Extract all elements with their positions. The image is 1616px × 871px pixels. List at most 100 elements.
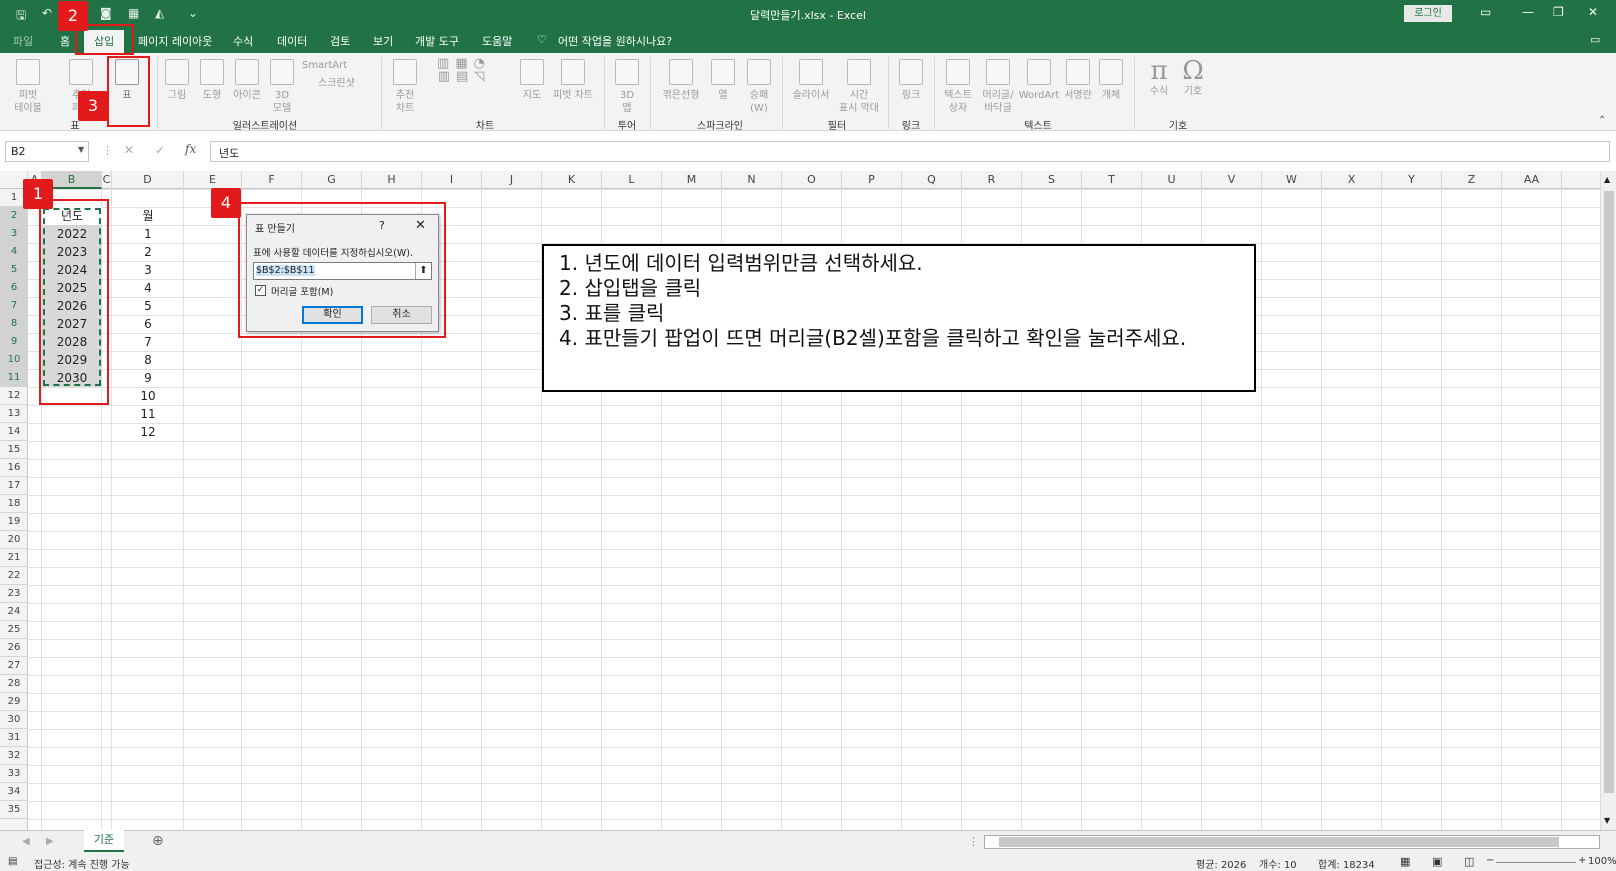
minimize-icon[interactable]: —: [1522, 5, 1534, 19]
month-header-cell[interactable]: 월: [112, 207, 184, 225]
hscroll-thumb[interactable]: [999, 837, 1559, 847]
column-header[interactable]: U: [1142, 171, 1202, 189]
row-header[interactable]: 13: [0, 405, 28, 423]
column-header[interactable]: I: [422, 171, 482, 189]
zoom-out-icon[interactable]: −: [1486, 855, 1494, 866]
tab-formulas[interactable]: 수식: [233, 33, 253, 49]
row-header[interactable]: 2: [0, 207, 28, 225]
zoom-slider[interactable]: [1496, 862, 1576, 863]
row-header[interactable]: 22: [0, 567, 28, 585]
column-header[interactable]: C: [102, 171, 112, 189]
row-header[interactable]: 21: [0, 549, 28, 567]
column-header[interactable]: AA: [1502, 171, 1562, 189]
chart-types-grid[interactable]: ▥▦◔ ▥▤◹: [424, 57, 504, 83]
name-box[interactable]: B2: [5, 141, 89, 162]
restore-icon[interactable]: ❐: [1553, 5, 1564, 19]
column-header[interactable]: N: [722, 171, 782, 189]
horizontal-scrollbar[interactable]: [984, 835, 1600, 849]
collapse-ribbon-icon[interactable]: ⌃: [1598, 115, 1606, 126]
row-header[interactable]: 29: [0, 693, 28, 711]
row-header[interactable]: 23: [0, 585, 28, 603]
pivot-chart-button[interactable]: 피벗 차트: [550, 59, 596, 102]
row-header[interactable]: 3: [0, 225, 28, 243]
column-header[interactable]: S: [1022, 171, 1082, 189]
wordart-button[interactable]: WordArt: [1018, 59, 1060, 102]
row-header[interactable]: 17: [0, 477, 28, 495]
row-header[interactable]: 28: [0, 675, 28, 693]
month-cell[interactable]: 11: [112, 405, 184, 423]
maps-button[interactable]: 지도: [515, 59, 549, 102]
column-header[interactable]: K: [542, 171, 602, 189]
cancel-entry-icon[interactable]: ✕: [124, 143, 134, 157]
ribbon-display-icon[interactable]: ▭: [1480, 5, 1491, 19]
month-cell[interactable]: 6: [112, 315, 184, 333]
shapes-button[interactable]: 도형: [195, 59, 229, 102]
pivot-table-button[interactable]: 피벗 테이블: [8, 59, 48, 115]
timeline-button[interactable]: 시간 표시 막대: [834, 59, 884, 115]
slicer-button[interactable]: 슬라이서: [788, 59, 834, 102]
row-header[interactable]: 4: [0, 243, 28, 261]
tab-file[interactable]: 파일: [13, 33, 33, 49]
screenshot-button[interactable]: 스크린샷: [318, 77, 368, 90]
row-header[interactable]: 24: [0, 603, 28, 621]
next-sheet-icon[interactable]: ▶: [46, 836, 54, 847]
smartart-button[interactable]: SmartArt: [302, 59, 362, 72]
column-header[interactable]: X: [1322, 171, 1382, 189]
column-header[interactable]: Q: [902, 171, 962, 189]
month-cell[interactable]: 12: [112, 423, 184, 441]
row-header[interactable]: 11: [0, 369, 28, 387]
object-button[interactable]: 개체: [1096, 59, 1126, 102]
month-cell[interactable]: 10: [112, 387, 184, 405]
column-header[interactable]: J: [482, 171, 542, 189]
row-header[interactable]: 10: [0, 351, 28, 369]
column-header[interactable]: G: [302, 171, 362, 189]
name-box-dropdown-icon[interactable]: ▼: [78, 145, 84, 154]
3d-models-button[interactable]: 3D 모델: [265, 59, 299, 115]
column-header[interactable]: M: [662, 171, 722, 189]
formula-input[interactable]: 년도: [210, 141, 1610, 162]
tab-review[interactable]: 검토: [330, 33, 350, 49]
column-header[interactable]: V: [1202, 171, 1262, 189]
zoom-level[interactable]: 100%: [1588, 856, 1616, 867]
row-header[interactable]: 20: [0, 531, 28, 549]
row-header[interactable]: 12: [0, 387, 28, 405]
accessibility-status[interactable]: 접근성: 계속 진행 가능: [34, 856, 130, 871]
signature-line-button[interactable]: 서명란: [1060, 59, 1096, 102]
equation-button[interactable]: π 수식: [1144, 57, 1174, 98]
scroll-thumb[interactable]: [1604, 191, 1614, 793]
symbol-button[interactable]: Ω 기호: [1178, 57, 1208, 98]
row-header[interactable]: 6: [0, 279, 28, 297]
macro-icon[interactable]: ▤: [8, 856, 17, 867]
header-footer-button[interactable]: 머리글/ 바닥글: [978, 59, 1018, 115]
column-header[interactable]: D: [112, 171, 184, 189]
column-header[interactable]: P: [842, 171, 902, 189]
confirm-entry-icon[interactable]: ✓: [155, 143, 165, 157]
column-header[interactable]: E: [184, 171, 242, 189]
3d-map-button[interactable]: 3D 맵: [612, 59, 642, 115]
month-cell[interactable]: 4: [112, 279, 184, 297]
tab-view[interactable]: 보기: [373, 33, 393, 49]
icons-button[interactable]: 아이콘: [229, 59, 265, 102]
link-button[interactable]: 링크: [896, 59, 926, 102]
row-header[interactable]: 33: [0, 765, 28, 783]
tab-page-layout[interactable]: 페이지 레이아웃: [138, 33, 212, 49]
row-header[interactable]: 19: [0, 513, 28, 531]
column-header[interactable]: Y: [1382, 171, 1442, 189]
recommended-charts-button[interactable]: 추천 차트: [388, 59, 422, 115]
month-cell[interactable]: 5: [112, 297, 184, 315]
tab-developer[interactable]: 개발 도구: [415, 33, 459, 49]
page-layout-view-icon[interactable]: ▣: [1432, 855, 1442, 868]
page-break-view-icon[interactable]: ◫: [1464, 855, 1474, 868]
month-cell[interactable]: 7: [112, 333, 184, 351]
column-header[interactable]: H: [362, 171, 422, 189]
month-cell[interactable]: 1: [112, 225, 184, 243]
insert-function-icon[interactable]: fx: [185, 142, 196, 156]
normal-view-icon[interactable]: ▦: [1400, 855, 1410, 868]
row-header[interactable]: 14: [0, 423, 28, 441]
row-header[interactable]: 7: [0, 297, 28, 315]
row-header[interactable]: 31: [0, 729, 28, 747]
row-header[interactable]: 15: [0, 441, 28, 459]
month-cell[interactable]: 9: [112, 369, 184, 387]
row-header[interactable]: 26: [0, 639, 28, 657]
month-cell[interactable]: 8: [112, 351, 184, 369]
